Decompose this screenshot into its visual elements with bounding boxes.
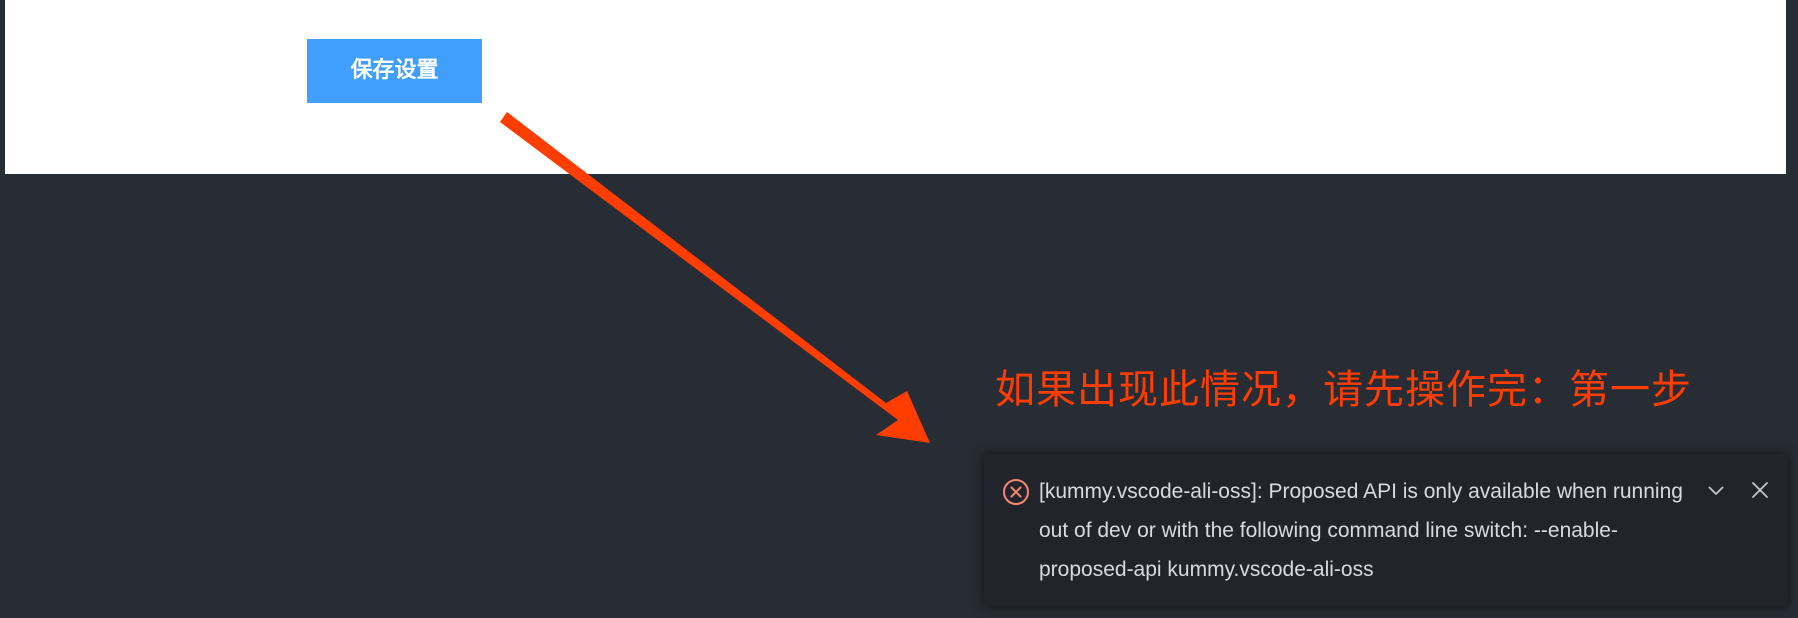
expand-notification-button[interactable] bbox=[1702, 476, 1730, 504]
close-notification-button[interactable] bbox=[1746, 476, 1774, 504]
error-notification: [kummy.vscode-ali-oss]: Proposed API is … bbox=[984, 454, 1788, 606]
settings-panel: 保存设置 bbox=[5, 0, 1786, 174]
save-settings-button[interactable]: 保存设置 bbox=[307, 39, 482, 103]
notification-message: [kummy.vscode-ali-oss]: Proposed API is … bbox=[1039, 480, 1683, 581]
chevron-down-icon bbox=[1708, 486, 1724, 495]
error-icon bbox=[1003, 479, 1029, 505]
annotation-text: 如果出现此情况，请先操作完：第一步 bbox=[995, 367, 1692, 413]
close-icon bbox=[1752, 482, 1768, 498]
